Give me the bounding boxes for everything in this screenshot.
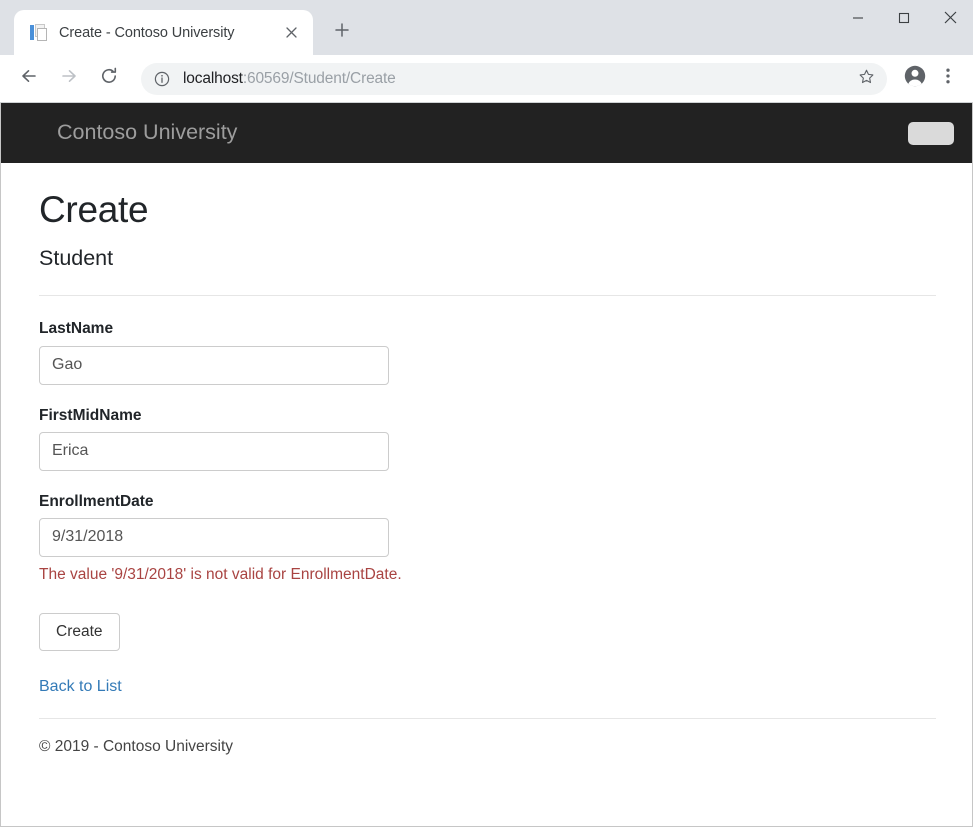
navbar-brand[interactable]: Contoso University	[57, 122, 237, 144]
back-link-container: Back to List	[39, 677, 936, 696]
page-content: Create Student LastName FirstMidName Enr…	[1, 163, 972, 826]
window-close-button[interactable]	[927, 0, 973, 40]
address-bar[interactable]: localhost:60569/Student/Create	[141, 63, 887, 95]
window-controls	[835, 0, 973, 40]
address-bar-url: localhost:60569/Student/Create	[183, 70, 849, 88]
bookmark-button[interactable]	[851, 64, 881, 94]
browser-toolbar: localhost:60569/Student/Create	[0, 55, 973, 103]
firstmidname-input[interactable]	[39, 432, 389, 471]
close-icon[interactable]	[279, 21, 303, 45]
page-viewport: Contoso University Create Student LastNa…	[0, 103, 973, 827]
form-group-enrollmentdate: EnrollmentDate The value '9/31/2018' is …	[39, 493, 936, 585]
star-icon	[858, 68, 875, 90]
tab-title: Create - Contoso University	[59, 25, 273, 41]
kebab-menu-icon	[940, 67, 956, 90]
page-title: Create	[39, 191, 936, 230]
footer-copyright: © 2019 - Contoso University	[39, 738, 936, 757]
hamburger-menu-icon[interactable]	[908, 122, 954, 145]
reload-button[interactable]	[93, 63, 125, 95]
form-group-firstmidname: FirstMidName	[39, 407, 936, 471]
url-host: localhost	[183, 70, 243, 87]
browser-menu-button[interactable]	[933, 63, 963, 95]
minimize-button[interactable]	[835, 0, 881, 40]
back-button[interactable]	[13, 63, 45, 95]
page-info-icon[interactable]	[153, 70, 171, 88]
form-group-lastname: LastName	[39, 320, 936, 384]
create-button[interactable]: Create	[39, 613, 120, 651]
section-divider	[39, 295, 936, 296]
enrollmentdate-input[interactable]	[39, 518, 389, 557]
back-to-list-link[interactable]: Back to List	[39, 678, 122, 695]
back-arrow-icon	[19, 66, 39, 91]
forward-button	[53, 63, 85, 95]
browser-window: Create - Contoso University	[0, 0, 973, 827]
site-footer: © 2019 - Contoso University	[39, 718, 936, 757]
browser-tab[interactable]: Create - Contoso University	[14, 10, 313, 55]
firstmidname-label: FirstMidName	[39, 407, 936, 424]
maximize-icon	[898, 11, 910, 29]
site-navbar: Contoso University	[1, 103, 972, 163]
browser-tab-strip: Create - Contoso University	[0, 0, 973, 55]
new-tab-button[interactable]	[327, 17, 357, 47]
maximize-button[interactable]	[881, 0, 927, 40]
forward-arrow-icon	[59, 66, 79, 91]
enrollmentdate-label: EnrollmentDate	[39, 493, 936, 510]
window-close-icon	[944, 11, 957, 29]
lastname-input[interactable]	[39, 346, 389, 385]
enrollmentdate-validation-error: The value '9/31/2018' is not valid for E…	[39, 566, 936, 585]
page-subtitle: Student	[39, 247, 936, 271]
account-avatar-icon	[903, 64, 927, 93]
create-student-form: LastName FirstMidName EnrollmentDate The…	[39, 320, 936, 651]
minimize-icon	[852, 11, 864, 29]
url-path: :60569/Student/Create	[243, 70, 396, 87]
plus-icon	[335, 23, 349, 42]
reload-icon	[99, 66, 119, 91]
document-icon	[30, 24, 48, 42]
profile-button[interactable]	[899, 63, 931, 95]
lastname-label: LastName	[39, 320, 936, 337]
